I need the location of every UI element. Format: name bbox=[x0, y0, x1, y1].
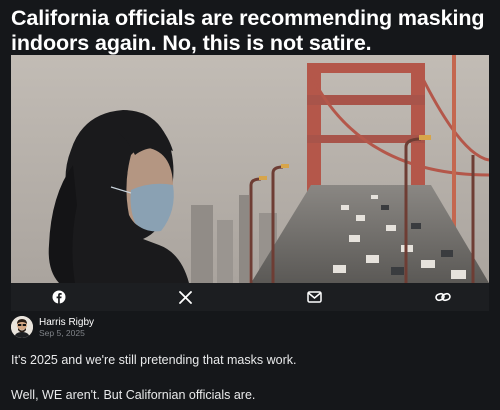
article-headline: California officials are recommending ma… bbox=[11, 6, 485, 55]
body-paragraph: It's 2025 and we're still pretending tha… bbox=[11, 353, 297, 367]
publish-date: Sep 5, 2025 bbox=[39, 328, 85, 338]
mail-icon bbox=[306, 291, 322, 303]
share-bar bbox=[11, 283, 489, 311]
author-byline: Harris Rigby Sep 5, 2025 bbox=[11, 316, 311, 340]
author-avatar[interactable] bbox=[11, 316, 33, 338]
link-icon bbox=[435, 292, 451, 302]
share-email-button[interactable] bbox=[294, 283, 334, 311]
x-icon bbox=[178, 290, 192, 304]
share-facebook-button[interactable] bbox=[39, 283, 79, 311]
copy-link-button[interactable] bbox=[423, 283, 463, 311]
facebook-icon bbox=[52, 290, 66, 304]
body-paragraph: Well, WE aren't. But Californian officia… bbox=[11, 388, 256, 402]
hero-image bbox=[11, 55, 489, 283]
share-x-button[interactable] bbox=[165, 283, 205, 311]
